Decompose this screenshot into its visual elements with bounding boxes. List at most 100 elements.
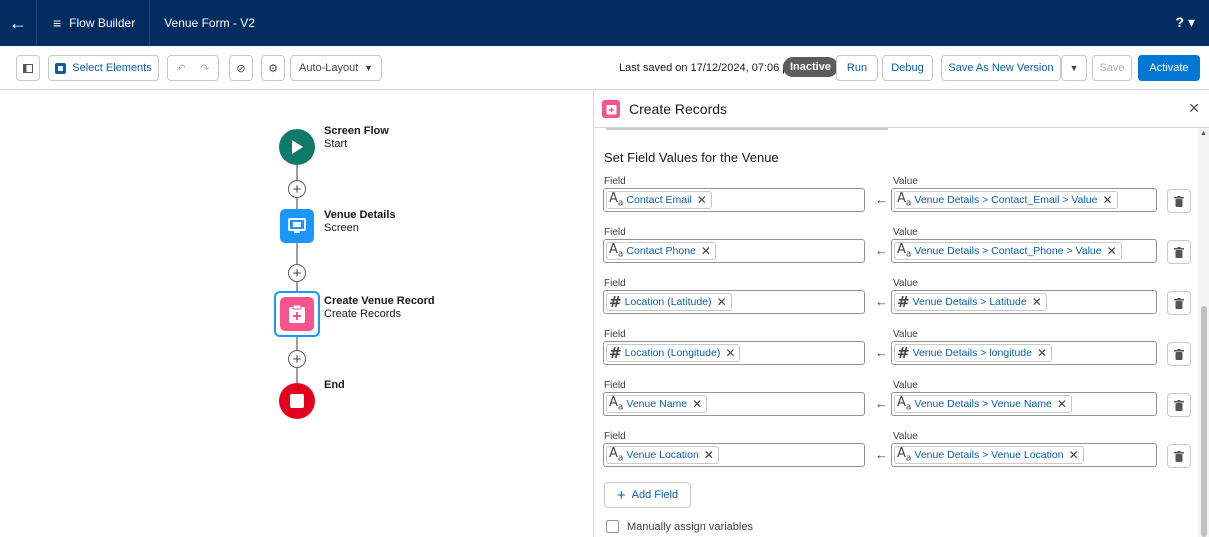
field-pill: # Location (Longitude) ✕ xyxy=(606,344,741,362)
flow-canvas[interactable]: Screen Flow Start + Venue Details Screen… xyxy=(0,90,593,537)
delete-row-button[interactable] xyxy=(1167,393,1191,417)
remove-icon[interactable]: ✕ xyxy=(725,346,735,360)
trash-icon xyxy=(1174,195,1184,207)
flow-name: Venue Form - V2 xyxy=(164,16,255,30)
panel-body: Set Field Values for the Venue Field Aa Co… xyxy=(594,128,1198,537)
value-input[interactable]: Aa Venue Details > Contact_Phone > Value ✕ xyxy=(891,239,1157,263)
remove-icon[interactable]: ✕ xyxy=(1069,448,1079,462)
value-pill: Aa Venue Details > Contact_Phone > Value ✕ xyxy=(894,242,1122,260)
redo-icon[interactable]: ↷ xyxy=(200,62,209,75)
toolbar: Select Elements ↶ ↷ ⊘ ⚙ Auto-Layout ▼ La… xyxy=(0,46,1209,90)
field-mapping-row: Field Aa Venue Name ✕ ← Value Aa Venue Details … xyxy=(594,380,1198,426)
value-label: Value xyxy=(893,278,918,289)
close-icon[interactable]: ✕ xyxy=(1188,100,1200,117)
last-saved-text: Last saved on 17/12/2024, 07:06 pm xyxy=(619,62,798,74)
value-pill: # Venue Details > Latitude ✕ xyxy=(894,293,1047,311)
field-pill: Aa Contact Email ✕ xyxy=(606,191,712,209)
remove-icon[interactable]: ✕ xyxy=(1037,346,1047,360)
value-input[interactable]: # Venue Details > longitude ✕ xyxy=(891,341,1157,365)
save-button[interactable]: Save xyxy=(1092,55,1132,81)
value-input[interactable]: # Venue Details > Latitude ✕ xyxy=(891,290,1157,314)
manual-assign-checkbox[interactable] xyxy=(606,520,619,533)
remove-icon[interactable]: ✕ xyxy=(717,295,727,309)
run-button[interactable]: Run xyxy=(836,55,878,81)
remove-icon[interactable]: ✕ xyxy=(1103,193,1113,207)
add-element-button[interactable]: + xyxy=(288,350,306,368)
trash-icon xyxy=(1174,450,1184,462)
node-subtitle: Screen xyxy=(324,222,359,234)
start-node[interactable] xyxy=(279,129,315,165)
text-type-icon: Aa xyxy=(897,446,912,464)
value-input[interactable]: Aa Venue Details > Venue Location ✕ xyxy=(891,443,1157,467)
back-arrow-icon[interactable]: ← xyxy=(0,0,36,46)
remove-icon[interactable]: ✕ xyxy=(701,244,711,258)
save-as-new-version-button[interactable]: Save As New Version xyxy=(941,55,1061,81)
left-arrow-icon: ← xyxy=(875,243,888,258)
delete-row-button[interactable] xyxy=(1167,291,1191,315)
field-pill-label: Venue Name xyxy=(626,398,688,410)
trash-icon xyxy=(1174,399,1184,411)
left-arrow-icon: ← xyxy=(875,396,888,411)
panel-header: Create Records ✕ xyxy=(594,90,1209,128)
panel-icon xyxy=(23,63,33,73)
help-menu[interactable]: ? ▾ xyxy=(1176,14,1195,31)
value-pill: # Venue Details > longitude ✕ xyxy=(894,344,1053,362)
field-input[interactable]: # Location (Longitude) ✕ xyxy=(603,341,865,365)
value-pill-label: Venue Details > Latitude xyxy=(912,296,1027,308)
field-pill-label: Contact Phone xyxy=(626,245,696,257)
screen-node[interactable] xyxy=(280,209,314,243)
settings-button[interactable]: ⚙ xyxy=(261,55,285,81)
delete-row-button[interactable] xyxy=(1167,342,1191,366)
panel-scrollbar[interactable]: ▲ xyxy=(1198,128,1209,537)
select-elements-button[interactable]: Select Elements xyxy=(48,55,159,81)
value-input[interactable]: Aa Venue Details > Contact_Email > Value ✕ xyxy=(891,188,1157,212)
remove-icon[interactable]: ✕ xyxy=(697,193,707,207)
value-label: Value xyxy=(893,176,918,187)
debug-button[interactable]: Debug xyxy=(882,55,933,81)
scroll-up-icon[interactable]: ▲ xyxy=(1200,130,1207,137)
value-input[interactable]: Aa Venue Details > Venue Name ✕ xyxy=(891,392,1157,416)
value-pill: Aa Venue Details > Venue Location ✕ xyxy=(894,446,1084,464)
undo-icon[interactable]: ↶ xyxy=(177,62,186,75)
remove-icon[interactable]: ✕ xyxy=(1032,295,1042,309)
errors-button[interactable]: ⊘ xyxy=(229,55,253,81)
plus-icon: + xyxy=(616,486,626,504)
create-records-node xyxy=(280,297,314,331)
field-mapping-row: Field # Location (Latitude) ✕ ← Value # Venue D… xyxy=(594,278,1198,324)
number-type-icon: # xyxy=(609,293,622,311)
field-input[interactable]: Aa Contact Email ✕ xyxy=(603,188,865,212)
field-input[interactable]: Aa Contact Phone ✕ xyxy=(603,239,865,263)
delete-row-button[interactable] xyxy=(1167,240,1191,264)
delete-row-button[interactable] xyxy=(1167,444,1191,468)
divider xyxy=(606,128,888,130)
scroll-thumb[interactable] xyxy=(1201,306,1207,537)
field-input[interactable]: Aa Venue Location ✕ xyxy=(603,443,865,467)
top-nav-bar: ← ≡ Flow Builder Venue Form - V2 ? ▾ xyxy=(0,0,1209,46)
toggle-panel-button[interactable] xyxy=(16,55,40,81)
field-input[interactable]: Aa Venue Name ✕ xyxy=(603,392,865,416)
end-node[interactable] xyxy=(279,383,315,419)
screen-icon xyxy=(288,218,306,233)
add-element-button[interactable]: + xyxy=(288,264,306,282)
field-pill: Aa Venue Location ✕ xyxy=(606,446,719,464)
activate-label: Activate xyxy=(1149,62,1189,74)
field-input[interactable]: # Location (Latitude) ✕ xyxy=(603,290,865,314)
delete-row-button[interactable] xyxy=(1167,189,1191,213)
node-title: End xyxy=(324,379,345,391)
remove-icon[interactable]: ✕ xyxy=(704,448,714,462)
value-pill-label: Venue Details > Venue Location xyxy=(914,449,1064,461)
activate-button[interactable]: Activate xyxy=(1138,55,1200,81)
save-menu-button[interactable]: ▼ xyxy=(1061,55,1087,81)
remove-icon[interactable]: ✕ xyxy=(1057,397,1067,411)
select-icon xyxy=(55,62,67,74)
clipboard-icon xyxy=(289,304,305,323)
node-subtitle: Create Records xyxy=(324,308,402,320)
layout-select[interactable]: Auto-Layout ▼ xyxy=(290,55,382,81)
remove-icon[interactable]: ✕ xyxy=(1107,244,1117,258)
remove-icon[interactable]: ✕ xyxy=(692,397,702,411)
node-title: Venue Details xyxy=(324,209,396,221)
add-element-button[interactable]: + xyxy=(288,180,306,198)
add-field-button[interactable]: + Add Field xyxy=(604,482,691,508)
value-pill: Aa Venue Details > Contact_Email > Value ✕ xyxy=(894,191,1118,209)
create-records-node-selected[interactable] xyxy=(274,291,320,337)
